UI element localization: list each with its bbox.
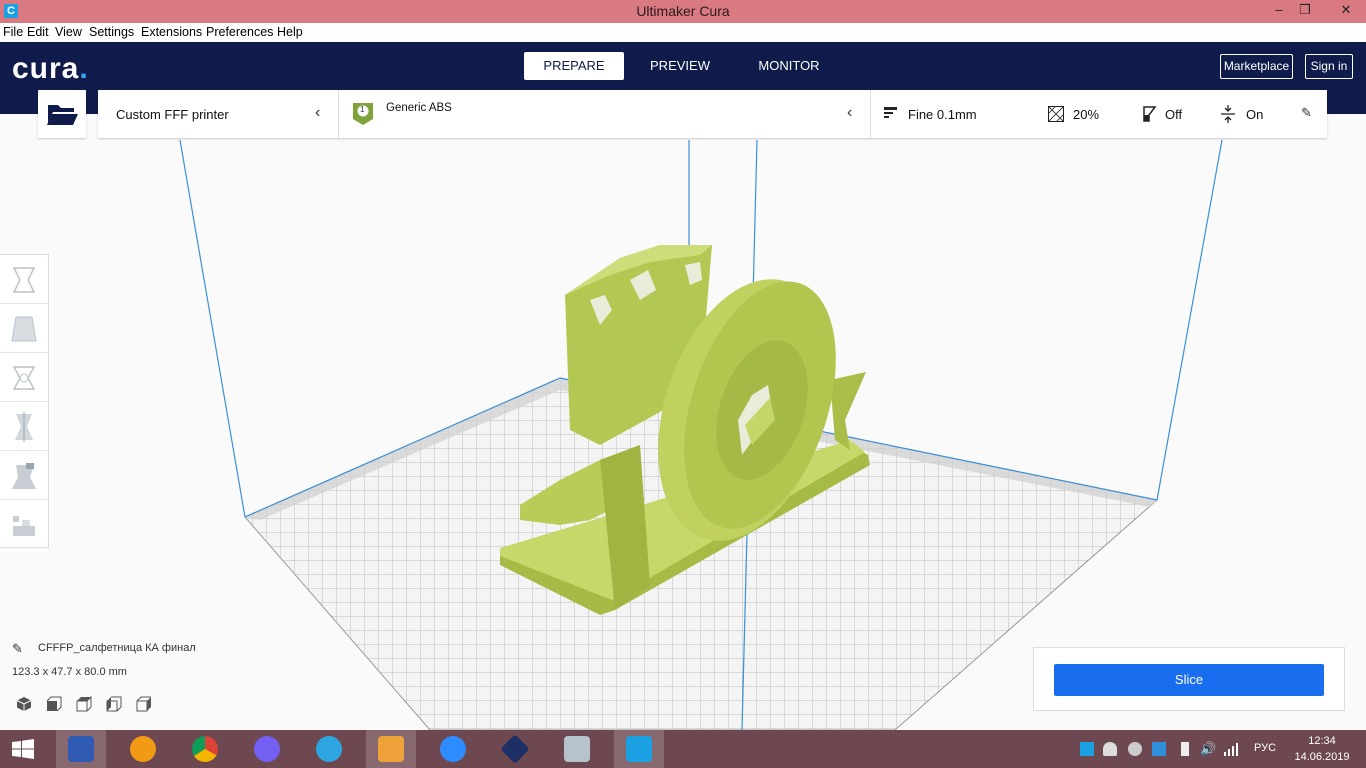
chrome-icon: [192, 736, 218, 762]
taskbar-viber[interactable]: [242, 730, 292, 768]
restore-button[interactable]: ❐: [1290, 0, 1320, 22]
viber-icon: [254, 736, 280, 762]
cura-window: C Ultimaker Cura – ❐ ✕ File Edit View Se…: [0, 0, 1366, 768]
menu-extensions[interactable]: Extensions: [141, 25, 202, 39]
tab-monitor[interactable]: MONITOR: [746, 52, 832, 80]
folder-icon: [47, 105, 78, 125]
move-icon: [12, 267, 36, 293]
object-name: CFFFP_салфетница КА финал: [38, 642, 196, 654]
tab-prepare[interactable]: PREPARE: [524, 52, 624, 80]
windows-start-button[interactable]: [0, 730, 50, 768]
fusion360-icon: [378, 736, 404, 762]
menu-preferences[interactable]: Preferences: [206, 25, 273, 39]
mirror-icon: [15, 412, 33, 442]
taskbar-save-app[interactable]: [56, 730, 106, 768]
printer-selector[interactable]: Custom FFF printer ‹: [98, 90, 338, 138]
adhesion-icon: [1221, 105, 1235, 123]
right-view-icon[interactable]: [136, 696, 152, 712]
profile-label: Fine 0.1mm: [908, 107, 977, 122]
slice-button[interactable]: Slice: [1054, 664, 1324, 696]
floppy-disk-icon: [68, 736, 94, 762]
windows-taskbar: 🔊 РУС 12:34 14.06.2019: [0, 730, 1366, 768]
scale-tool-button[interactable]: [0, 304, 48, 353]
left-view-icon[interactable]: [106, 696, 122, 712]
per-model-settings-icon: [12, 463, 36, 489]
chart-icon: [564, 736, 590, 762]
cura-logo: cura.: [12, 52, 89, 85]
slice-panel: Slice: [1033, 647, 1345, 711]
build-volume-scene: [179, 139, 1223, 730]
clock-time: 12:34: [1308, 735, 1336, 747]
adhesion-value: On: [1246, 107, 1264, 122]
cloud-icon[interactable]: [1103, 742, 1117, 756]
taskbar-chrome[interactable]: [180, 730, 230, 768]
object-dimensions: 123.3 x 47.7 x 80.0 mm: [12, 666, 127, 678]
window-title: Ultimaker Cura: [636, 3, 730, 19]
video-camera-icon: [440, 736, 466, 762]
taskbar-cura[interactable]: [614, 730, 664, 768]
taskbar-vlc-app[interactable]: [118, 730, 168, 768]
support-icon: [1143, 106, 1157, 122]
pencil-icon[interactable]: ✎: [12, 641, 23, 657]
clock-date: 14.06.2019: [1294, 751, 1350, 763]
front-view-icon[interactable]: [46, 696, 62, 712]
per-model-settings-button[interactable]: [0, 451, 48, 500]
menu-settings[interactable]: Settings: [89, 25, 134, 39]
menu-view[interactable]: View: [55, 25, 82, 39]
taskbar-telegram[interactable]: [304, 730, 354, 768]
warning-triangle-app-icon: [130, 736, 156, 762]
sign-in-button[interactable]: Sign in: [1305, 54, 1353, 79]
menu-bar: File Edit View Settings Extensions Prefe…: [0, 23, 1366, 42]
network-adapter-icon[interactable]: [1152, 742, 1166, 756]
title-bar: C Ultimaker Cura – ❐ ✕: [0, 0, 1366, 23]
rotate-icon: [12, 366, 36, 390]
move-tool-button[interactable]: [0, 255, 48, 304]
tab-preview[interactable]: PREVIEW: [636, 52, 724, 80]
pencil-icon: ✎: [1301, 105, 1312, 120]
print-settings-selector[interactable]: Fine 0.1mm 20% Off On ✎: [871, 90, 1327, 138]
material-selector[interactable]: 1 Generic ABS ‹: [339, 90, 870, 138]
rotate-tool-button[interactable]: [0, 353, 48, 402]
chevron-left-icon: ‹: [847, 104, 853, 121]
infill-value: 20%: [1073, 107, 1100, 122]
taskbar-zoom[interactable]: [428, 730, 478, 768]
flashprint-icon: [500, 734, 530, 764]
menu-edit[interactable]: Edit: [27, 25, 49, 39]
printer-name: Custom FFF printer: [116, 107, 229, 122]
chevron-left-icon: ‹: [315, 104, 321, 121]
3d-viewport[interactable]: [0, 114, 1366, 730]
layer-height-icon: [884, 107, 897, 118]
print-setup-bar: Custom FFF printer ‹ 1 Generic ABS ‹ Fin…: [98, 90, 1327, 138]
3d-view-icon[interactable]: [16, 696, 32, 712]
telegram-icon: [316, 736, 342, 762]
system-clock[interactable]: 12:34 14.06.2019: [1290, 733, 1354, 765]
material-name: Generic ABS: [386, 102, 452, 114]
open-file-button[interactable]: [38, 90, 86, 138]
mirror-tool-button[interactable]: [0, 402, 48, 451]
cura-icon: [626, 736, 652, 762]
menu-file[interactable]: File: [3, 25, 23, 39]
cura-tray-icon[interactable]: [1080, 742, 1094, 756]
marketplace-button[interactable]: Marketplace: [1220, 54, 1293, 79]
signal-icon[interactable]: [1224, 742, 1238, 756]
menu-help[interactable]: Help: [277, 25, 303, 39]
gear-icon[interactable]: [1128, 742, 1142, 756]
windows-logo-icon: [12, 739, 34, 759]
taskbar-fusion360[interactable]: [366, 730, 416, 768]
support-value: Off: [1165, 107, 1183, 122]
language-indicator[interactable]: РУС: [1254, 742, 1276, 754]
scale-icon: [11, 316, 37, 342]
taskbar-flashprint[interactable]: [490, 730, 540, 768]
extruder-number: 1: [360, 105, 365, 114]
support-blocker-button[interactable]: [0, 500, 48, 549]
tool-panel: [0, 254, 49, 548]
speaker-icon[interactable]: 🔊: [1200, 742, 1216, 756]
infill-icon: [1048, 106, 1064, 122]
support-blocker-icon: [13, 516, 35, 536]
close-button[interactable]: ✕: [1326, 0, 1366, 22]
battery-icon[interactable]: [1181, 742, 1189, 756]
taskbar-monitor-app[interactable]: [552, 730, 602, 768]
top-view-icon[interactable]: [76, 696, 92, 712]
